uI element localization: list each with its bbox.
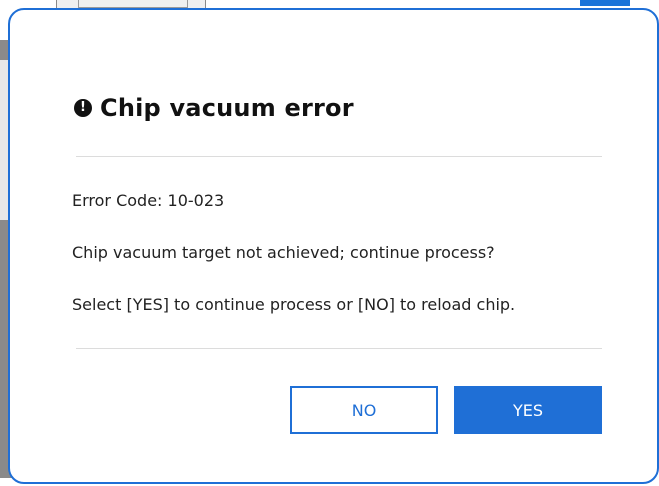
error-code-text: Error Code: 10-023 [72, 191, 225, 210]
dialog-title: Chip vacuum error [100, 94, 354, 122]
error-question-text: Chip vacuum target not achieved; continu… [72, 243, 495, 262]
header-divider [76, 156, 602, 157]
footer-divider [76, 348, 602, 349]
yes-button[interactable]: YES [454, 386, 602, 434]
error-dialog: ! Chip vacuum error Error Code: 10-023 C… [8, 8, 659, 484]
background-accent-bar [580, 0, 630, 6]
error-instruction-text: Select [YES] to continue process or [NO]… [72, 295, 516, 314]
dialog-header: ! Chip vacuum error [74, 94, 354, 122]
background-tab-inner [78, 0, 188, 8]
exclamation-circle-icon: ! [74, 99, 92, 117]
no-button[interactable]: NO [290, 386, 438, 434]
